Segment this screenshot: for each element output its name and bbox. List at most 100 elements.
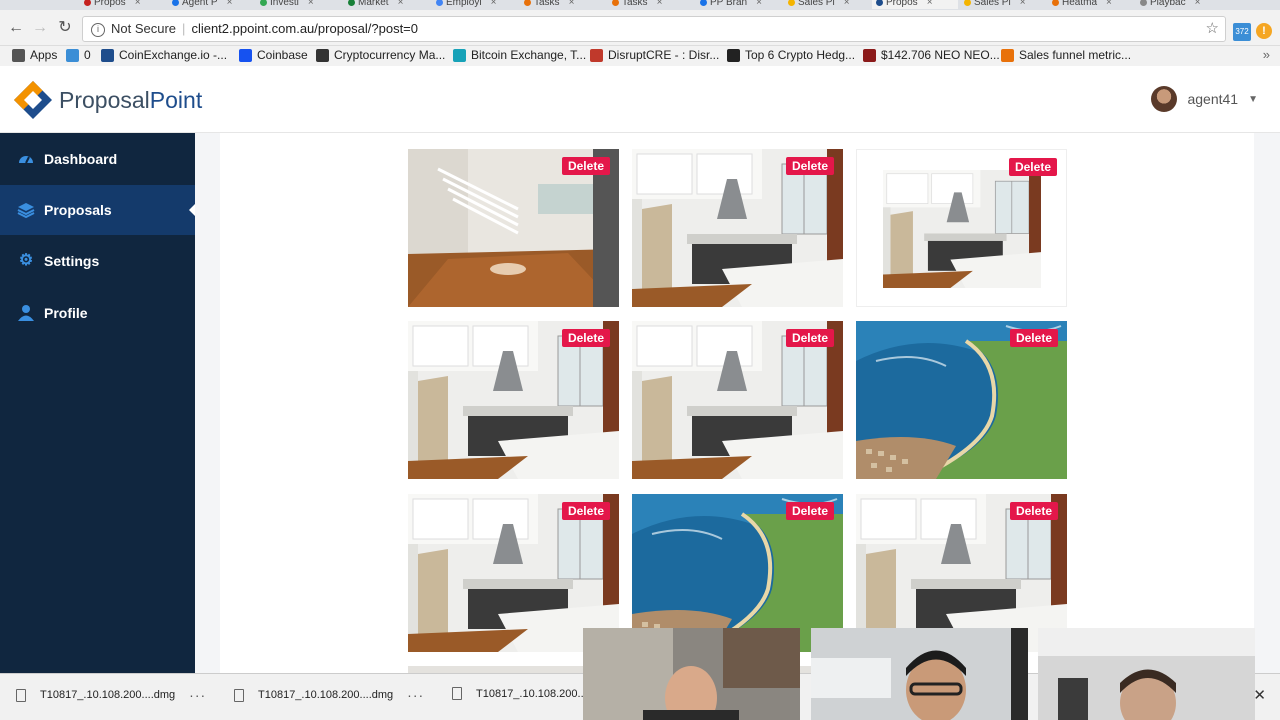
- sidebar-item-profile[interactable]: Profile: [0, 288, 195, 338]
- sidebar: Dashboard Proposals ⚙ Settings Profile: [0, 133, 196, 673]
- tab-close-icon[interactable]: ×: [227, 0, 233, 8]
- bookmark-item[interactable]: 0: [66, 48, 91, 62]
- logo-text-proposal: Proposal: [59, 86, 150, 113]
- reload-icon[interactable]: ↻: [55, 18, 75, 38]
- gallery-image[interactable]: Delete: [856, 149, 1067, 307]
- back-arrow-icon[interactable]: ←: [6, 18, 26, 38]
- delete-image-button[interactable]: Delete: [1009, 329, 1058, 347]
- delete-image-button[interactable]: Delete: [785, 329, 834, 347]
- download-item[interactable]: T10817_.10.108.200....dmg ···: [16, 687, 206, 703]
- bs-icon: [863, 48, 876, 62]
- gallery-image[interactable]: Delete: [856, 321, 1067, 479]
- delete-image-button[interactable]: Delete: [561, 329, 610, 347]
- close-icon[interactable]: ✕: [1253, 686, 1266, 704]
- delete-image-button[interactable]: Delete: [561, 157, 610, 175]
- tab-close-icon[interactable]: ×: [1106, 0, 1112, 8]
- caret-down-icon: ▼: [1248, 93, 1258, 105]
- tab-close-icon[interactable]: ×: [1195, 0, 1201, 8]
- tab-favicon-icon: [84, 0, 91, 6]
- browser-tab[interactable]: Propos ×: [80, 0, 166, 9]
- more-options-icon[interactable]: ···: [189, 687, 206, 703]
- browser-tab[interactable]: Employi ×: [432, 0, 518, 9]
- tab-close-icon[interactable]: ×: [491, 0, 497, 8]
- delete-image-button[interactable]: Delete: [785, 502, 834, 520]
- tab-favicon-icon: [1052, 0, 1059, 6]
- tab-close-icon[interactable]: ×: [657, 0, 663, 8]
- delete-image-button[interactable]: Delete: [785, 157, 834, 175]
- user-menu[interactable]: agent41 ▼: [1151, 86, 1258, 112]
- tab-close-icon[interactable]: ×: [398, 0, 404, 8]
- sidebar-item-label: Profile: [44, 305, 88, 321]
- apps-grid-icon: [12, 48, 25, 62]
- bookmarks-overflow-icon[interactable]: »: [1263, 47, 1270, 62]
- tab-close-icon[interactable]: ×: [844, 0, 850, 8]
- browser-tab[interactable]: Propos ×: [872, 0, 958, 9]
- bookmark-item[interactable]: Apps: [12, 48, 57, 62]
- browser-tab[interactable]: Market ×: [344, 0, 430, 9]
- file-icon: [452, 687, 462, 700]
- tab-favicon-icon: [788, 0, 795, 6]
- delete-image-button[interactable]: Delete: [561, 502, 610, 520]
- proposalpoint-logo[interactable]: ProposalPoint: [13, 80, 202, 120]
- avatar[interactable]: [1151, 86, 1178, 112]
- browser-tab[interactable]: PP Bran ×: [696, 0, 782, 9]
- download-filename: T10817_.10.108.200...: [476, 687, 587, 700]
- bookmark-item[interactable]: Top 6 Crypto Hedg...: [727, 48, 855, 62]
- gear-icon: ⚙: [18, 252, 34, 269]
- bookmark-item[interactable]: $142.706 NEO NEO...: [863, 48, 1000, 62]
- cmc-icon: [316, 48, 329, 62]
- browser-tab[interactable]: Heatma ×: [1048, 0, 1134, 9]
- tab-close-icon[interactable]: ×: [756, 0, 762, 8]
- tab-label: Investi: [270, 0, 299, 8]
- info-icon[interactable]: i: [91, 22, 105, 37]
- tab-close-icon[interactable]: ×: [569, 0, 575, 8]
- browser-tab[interactable]: Tasks ×: [520, 0, 606, 9]
- bookmark-item[interactable]: CoinExchange.io -...: [101, 48, 227, 62]
- gallery-image[interactable]: Delete: [632, 321, 843, 479]
- gallery-image[interactable]: Delete: [408, 321, 619, 479]
- bookmark-item[interactable]: Bitcoin Exchange, T...: [453, 48, 586, 62]
- browser-tab[interactable]: Sales Pl ×: [784, 0, 870, 9]
- tab-close-icon[interactable]: ×: [927, 0, 933, 8]
- more-options-icon[interactable]: ···: [407, 687, 424, 703]
- tab-close-icon[interactable]: ×: [135, 0, 141, 8]
- tab-favicon-icon: [700, 0, 707, 6]
- sidebar-item-proposals[interactable]: Proposals: [0, 185, 196, 235]
- browser-tab[interactable]: Playbac ×: [1136, 0, 1222, 9]
- browser-tab[interactable]: Sales Pl ×: [960, 0, 1046, 9]
- alert-extension-icon[interactable]: !: [1256, 23, 1272, 39]
- sidebar-item-dashboard[interactable]: Dashboard: [0, 134, 195, 184]
- disrupt-icon: [590, 48, 603, 62]
- feed-icon: [66, 48, 79, 62]
- browser-tab[interactable]: Agent P ×: [168, 0, 254, 9]
- bookmark-item[interactable]: Cryptocurrency Ma...: [316, 48, 445, 62]
- delete-image-button[interactable]: Delete: [1009, 502, 1058, 520]
- download-item[interactable]: T10817_.10.108.200....dmg ···: [234, 687, 424, 703]
- app-header: ProposalPoint agent41 ▼: [0, 66, 1280, 133]
- download-filename: T10817_.10.108.200....dmg: [40, 689, 176, 701]
- bitcoin-exchange-icon: [453, 48, 466, 62]
- address-bar[interactable]: i Not Secure | client2.ppoint.com.au/propos…: [82, 16, 1226, 42]
- gallery-image[interactable]: Delete: [632, 149, 843, 307]
- bookmark-item[interactable]: Coinbase: [239, 48, 308, 62]
- sidebar-item-settings[interactable]: ⚙ Settings: [0, 236, 195, 286]
- download-item[interactable]: T10817_.10.108.200...: [452, 687, 587, 700]
- bookmark-star-icon[interactable]: ☆: [1206, 17, 1219, 41]
- browser-toolbar: ← → ↻ i Not Secure | client2.ppoint.com.au/…: [0, 10, 1280, 46]
- delete-image-button[interactable]: Delete: [1008, 158, 1057, 176]
- tab-close-icon[interactable]: ×: [308, 0, 314, 8]
- forward-arrow-icon[interactable]: →: [30, 18, 50, 38]
- address-separator: |: [182, 21, 186, 36]
- extension-badge-icon[interactable]: 372: [1233, 23, 1251, 41]
- tab-close-icon[interactable]: ×: [1020, 0, 1026, 8]
- gallery-image[interactable]: Delete: [408, 149, 619, 307]
- layers-icon: [17, 201, 35, 219]
- bookmark-item[interactable]: Sales funnel metric...: [1001, 48, 1131, 62]
- tab-label: PP Bran: [710, 0, 748, 8]
- logo-mark-icon: [13, 80, 53, 120]
- tab-favicon-icon: [964, 0, 971, 6]
- browser-tab[interactable]: Tasks ×: [608, 0, 694, 9]
- tab-label: Heatma: [1062, 0, 1098, 8]
- bookmark-item[interactable]: DisruptCRE - : Disr...: [590, 48, 719, 62]
- browser-tab[interactable]: Investi ×: [256, 0, 342, 9]
